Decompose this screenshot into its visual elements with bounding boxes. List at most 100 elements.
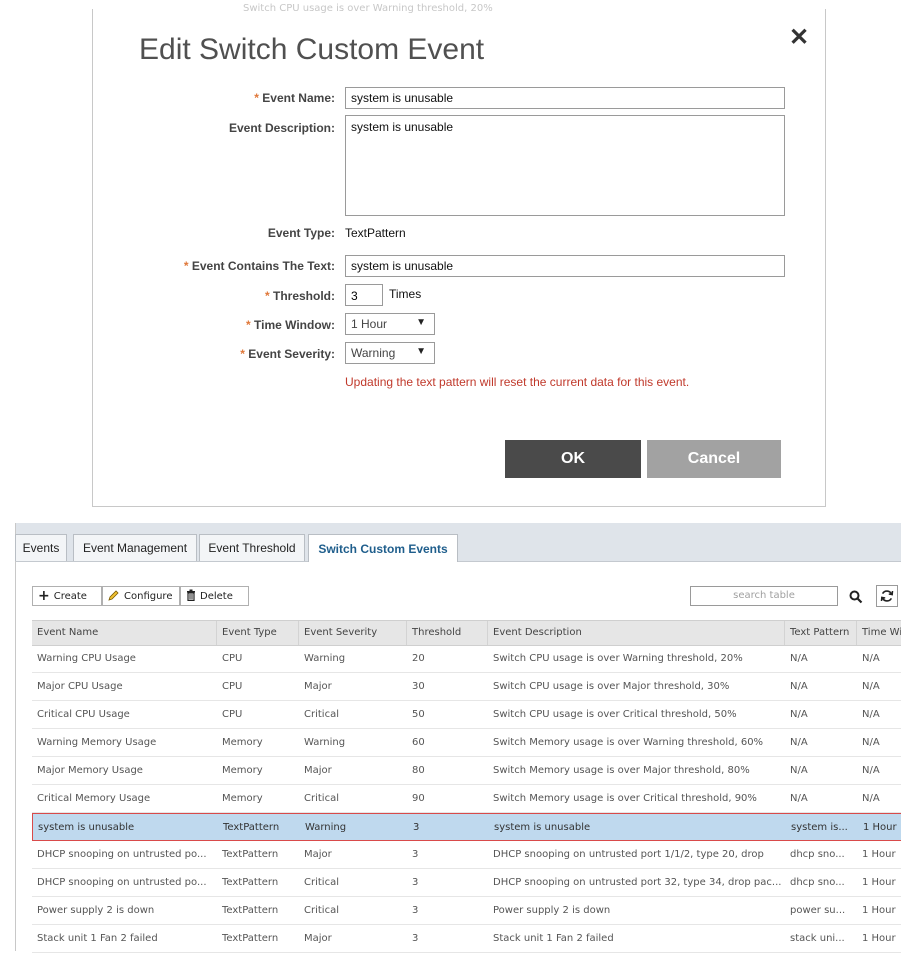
table-row[interactable]: Critical CPU Usage CPU Critical 50 Switch CP… <box>32 701 901 729</box>
event-name-label: * Event Name: <box>254 91 335 105</box>
text-pattern-cell: dhcp sno... <box>790 877 845 888</box>
time-window-cell: N/A <box>862 653 880 664</box>
trash-icon <box>186 589 196 604</box>
event-type-value: TextPattern <box>345 226 406 240</box>
text-pattern-cell: N/A <box>790 793 808 804</box>
contains-text-label-text: Event Contains The Text: <box>191 259 335 273</box>
table-row[interactable]: Warning Memory Usage Memory Warning 60 Switc… <box>32 729 901 757</box>
time-window-cell: N/A <box>862 765 880 776</box>
description-cell: Switch Memory usage is over Major thresh… <box>493 765 750 776</box>
threshold-cell: 3 <box>412 905 419 916</box>
event-name-input[interactable]: system is unusable <box>345 87 785 109</box>
column-header[interactable]: Event Name <box>32 621 217 645</box>
event-type-cell: Memory <box>222 765 263 776</box>
required-marker: * <box>240 347 245 361</box>
severity-cell: Warning <box>304 653 346 664</box>
severity-cell: Critical <box>304 793 339 804</box>
threshold-cell: 60 <box>412 737 425 748</box>
column-header[interactable]: Threshold <box>407 621 488 645</box>
table-row[interactable]: system is unusable TextPattern Warning 3 sys… <box>32 813 901 841</box>
required-marker: * <box>183 259 189 273</box>
severity-cell: Critical <box>304 877 339 888</box>
background-row-text: Switch CPU usage is over Warning thresho… <box>243 3 493 14</box>
column-header[interactable]: Text Pattern <box>785 621 857 645</box>
contains-text-input[interactable]: system is unusable <box>345 255 785 277</box>
time-window-value: 1 Hour <box>351 317 388 331</box>
column-header[interactable]: Event Description <box>488 621 785 645</box>
description-cell: DHCP snooping on untrusted port 32, type… <box>493 877 782 888</box>
column-header[interactable]: Event Severity <box>299 621 407 645</box>
required-marker: * <box>245 318 251 332</box>
event-description-textarea[interactable]: system is unusable <box>345 115 785 216</box>
search-icon[interactable] <box>849 589 863 608</box>
event-name-label-text: Event Name: <box>262 91 335 105</box>
edit-event-dialog: Switch CPU usage is over Warning thresho… <box>92 3 826 507</box>
severity-cell: Warning <box>305 822 347 833</box>
event-type-cell: TextPattern <box>222 849 279 860</box>
search-input[interactable]: search table <box>690 586 838 606</box>
tab-bar: Events Event Management Event Threshold … <box>15 523 901 562</box>
event-type-label: Event Type: <box>267 226 335 240</box>
severity-cell: Major <box>304 849 332 860</box>
text-pattern-cell: system is... <box>791 822 848 833</box>
delete-button[interactable]: Delete <box>180 586 249 606</box>
description-cell: DHCP snooping on untrusted port 1/1/2, t… <box>493 849 764 860</box>
time-window-select[interactable]: 1 Hour ▼ <box>345 313 435 335</box>
event-type-cell: Memory <box>222 737 263 748</box>
description-cell: Switch CPU usage is over Major threshold… <box>493 681 730 692</box>
event-name-cell: Warning CPU Usage <box>37 653 136 664</box>
threshold-cell: 50 <box>412 709 425 720</box>
time-window-cell: 1 Hour <box>862 905 896 916</box>
description-cell: Switch CPU usage is over Warning thresho… <box>493 653 743 664</box>
threshold-input[interactable]: 3 <box>345 284 383 306</box>
description-cell: Stack unit 1 Fan 2 failed <box>493 933 614 944</box>
required-marker: * <box>254 91 259 105</box>
table-row[interactable]: Stack unit 1 Fan 2 failed TextPattern Majo… <box>32 925 901 953</box>
refresh-button[interactable] <box>876 585 898 607</box>
chevron-down-icon: ▼ <box>416 317 426 328</box>
column-header[interactable]: Time Window <box>857 621 901 645</box>
text-pattern-cell: power su... <box>790 905 846 916</box>
severity-label: * Event Severity: <box>240 347 335 361</box>
event-type-cell: TextPattern <box>222 905 279 916</box>
column-header[interactable]: Event Type <box>217 621 299 645</box>
tab-switch-custom-events[interactable]: Switch Custom Events <box>308 534 458 562</box>
description-cell: Switch Memory usage is over Warning thre… <box>493 737 764 748</box>
description-cell: system is unusable <box>494 822 591 833</box>
tab-event-threshold[interactable]: Event Threshold <box>199 534 305 561</box>
configure-button[interactable]: Configure <box>102 586 180 606</box>
description-cell: Switch Memory usage is over Critical thr… <box>493 793 757 804</box>
tab-event-management[interactable]: Event Management <box>73 534 197 561</box>
table-row[interactable]: DHCP snooping on untrusted po... TextPatt… <box>32 869 901 897</box>
severity-cell: Major <box>304 681 332 692</box>
event-name-cell: Critical CPU Usage <box>37 709 130 720</box>
time-window-cell: 1 Hour <box>862 877 896 888</box>
description-cell: Power supply 2 is down <box>493 905 611 916</box>
ok-button[interactable]: OK <box>505 440 641 478</box>
table-row[interactable]: DHCP snooping on untrusted po... TextPatt… <box>32 841 901 869</box>
table-row[interactable]: Power supply 2 is down TextPattern Critica… <box>32 897 901 925</box>
reset-warning-text: Updating the text pattern will reset the… <box>345 375 690 389</box>
create-label: Create <box>53 590 87 602</box>
threshold-cell: 80 <box>412 765 425 776</box>
event-name-cell: DHCP snooping on untrusted po... <box>37 849 207 860</box>
tab-events[interactable]: Events <box>15 534 67 561</box>
table-row[interactable]: Warning CPU Usage CPU Warning 20 Switch CPU … <box>32 645 901 673</box>
time-window-cell: N/A <box>862 681 880 692</box>
event-description-label: Event Description: <box>228 121 335 135</box>
severity-cell: Major <box>304 933 332 944</box>
table-row[interactable]: Major CPU Usage CPU Major 30 Switch CPU usag… <box>32 673 901 701</box>
time-window-cell: N/A <box>862 793 880 804</box>
close-icon[interactable]: ✕ <box>789 23 809 52</box>
severity-cell: Major <box>304 765 332 776</box>
threshold-label-text: Threshold: <box>273 289 335 303</box>
table-row[interactable]: Major Memory Usage Memory Major 80 Switch Me… <box>32 757 901 785</box>
create-button[interactable]: + Create <box>32 586 102 606</box>
table-row[interactable]: Critical Memory Usage Memory Critical 90 Swi… <box>32 785 901 813</box>
text-pattern-cell: N/A <box>790 653 808 664</box>
contains-text-label: * Event Contains The Text: <box>184 259 335 273</box>
severity-select[interactable]: Warning ▼ <box>345 342 435 364</box>
event-type-cell: Memory <box>222 793 263 804</box>
required-marker: * <box>264 289 270 303</box>
cancel-button[interactable]: Cancel <box>647 440 781 478</box>
